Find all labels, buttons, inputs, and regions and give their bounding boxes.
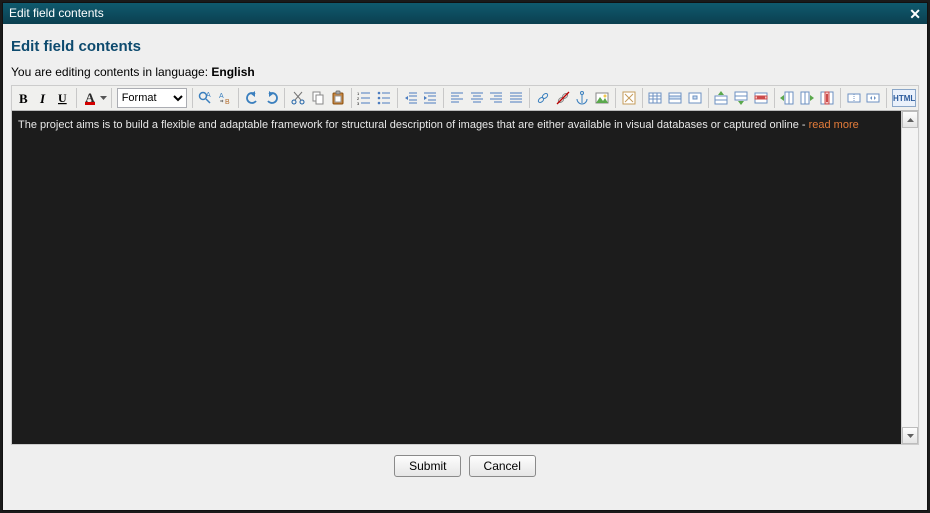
toolbar-separator: [642, 88, 643, 108]
svg-text:A: A: [206, 92, 211, 99]
svg-text:B: B: [225, 99, 230, 106]
dialog-content: Edit field contents You are editing cont…: [3, 24, 927, 483]
find-button[interactable]: A: [196, 87, 216, 109]
toolbar-separator: [840, 88, 841, 108]
toolbar-separator: [529, 88, 530, 108]
text-color-dropdown[interactable]: [100, 87, 108, 109]
toolbar-separator: [111, 88, 112, 108]
toolbar-separator: [238, 88, 239, 108]
italic-button[interactable]: I: [34, 87, 54, 109]
language-line: You are editing contents in language: En…: [11, 65, 919, 79]
copy-button[interactable]: [308, 87, 328, 109]
indent-button[interactable]: [421, 87, 441, 109]
row-delete-button[interactable]: [751, 87, 771, 109]
language-prefix: You are editing contents in language:: [11, 65, 211, 79]
titlebar: Edit field contents ✕: [3, 3, 927, 24]
link-button[interactable]: [533, 87, 553, 109]
numbered-list-button[interactable]: 123: [354, 87, 374, 109]
dialog-footer: Submit Cancel: [11, 445, 919, 477]
table-cell-props-button[interactable]: [685, 87, 705, 109]
text-color-button[interactable]: A: [80, 87, 100, 109]
scroll-track[interactable]: [902, 128, 918, 427]
html-source-button[interactable]: HTML: [892, 89, 916, 107]
underline-button[interactable]: U: [53, 87, 73, 109]
align-justify-button[interactable]: [506, 87, 526, 109]
cancel-button[interactable]: Cancel: [469, 455, 536, 477]
text-color-swatch: [85, 102, 95, 105]
toolbar-separator: [774, 88, 775, 108]
bold-button[interactable]: B: [14, 87, 34, 109]
svg-text:U: U: [58, 91, 67, 105]
table-button[interactable]: [645, 87, 665, 109]
submit-button[interactable]: Submit: [394, 455, 461, 477]
format-select[interactable]: FormatParagraphHeading 1Heading 2Heading…: [117, 88, 187, 108]
bullet-list-button[interactable]: [374, 87, 394, 109]
editor-toolbar: B I U A FormatParagraphHeading 1Heading …: [11, 85, 919, 111]
scroll-down-icon[interactable]: [902, 427, 918, 444]
col-insert-before-button[interactable]: [778, 87, 798, 109]
toolbar-separator: [192, 88, 193, 108]
svg-text:A: A: [219, 93, 224, 100]
toolbar-separator: [284, 88, 285, 108]
toolbar-separator: [443, 88, 444, 108]
dialog-title: Edit field contents: [9, 3, 104, 24]
paste-button[interactable]: [328, 87, 348, 109]
align-right-button[interactable]: [487, 87, 507, 109]
editor-area-wrap: The project aims is to build a flexible …: [11, 111, 919, 445]
editor-content[interactable]: The project aims is to build a flexible …: [12, 111, 901, 444]
page-title: Edit field contents: [11, 38, 919, 55]
row-insert-after-button[interactable]: [731, 87, 751, 109]
editor-scrollbar[interactable]: [901, 111, 918, 444]
image-button[interactable]: [592, 87, 612, 109]
language-value: English: [211, 65, 254, 79]
toolbar-separator: [708, 88, 709, 108]
toolbar-separator: [397, 88, 398, 108]
toolbar-separator: [886, 88, 887, 108]
unlink-button[interactable]: [553, 87, 573, 109]
toolbar-separator: [76, 88, 77, 108]
svg-text:3: 3: [357, 101, 360, 106]
close-icon[interactable]: ✕: [909, 7, 921, 21]
col-delete-button[interactable]: [817, 87, 837, 109]
remove-format-button[interactable]: [619, 87, 639, 109]
outdent-button[interactable]: [401, 87, 421, 109]
split-cells-button[interactable]: [844, 87, 864, 109]
svg-text:B: B: [19, 91, 28, 106]
anchor-button[interactable]: [572, 87, 592, 109]
svg-text:I: I: [39, 91, 46, 106]
col-insert-after-button[interactable]: [797, 87, 817, 109]
dialog-window: Edit field contents ✕ Edit field content…: [2, 2, 928, 511]
undo-button[interactable]: [242, 87, 262, 109]
read-more-link[interactable]: read more: [809, 119, 859, 131]
table-row-props-button[interactable]: [665, 87, 685, 109]
redo-button[interactable]: [262, 87, 282, 109]
toolbar-separator: [351, 88, 352, 108]
row-insert-before-button[interactable]: [712, 87, 732, 109]
toolbar-separator: [615, 88, 616, 108]
scroll-up-icon[interactable]: [902, 111, 918, 128]
align-left-button[interactable]: [447, 87, 467, 109]
align-center-button[interactable]: [467, 87, 487, 109]
cut-button[interactable]: [288, 87, 308, 109]
replace-button[interactable]: AB: [215, 87, 235, 109]
editor-text: The project aims is to build a flexible …: [18, 119, 809, 131]
merge-cells-button[interactable]: [863, 87, 883, 109]
